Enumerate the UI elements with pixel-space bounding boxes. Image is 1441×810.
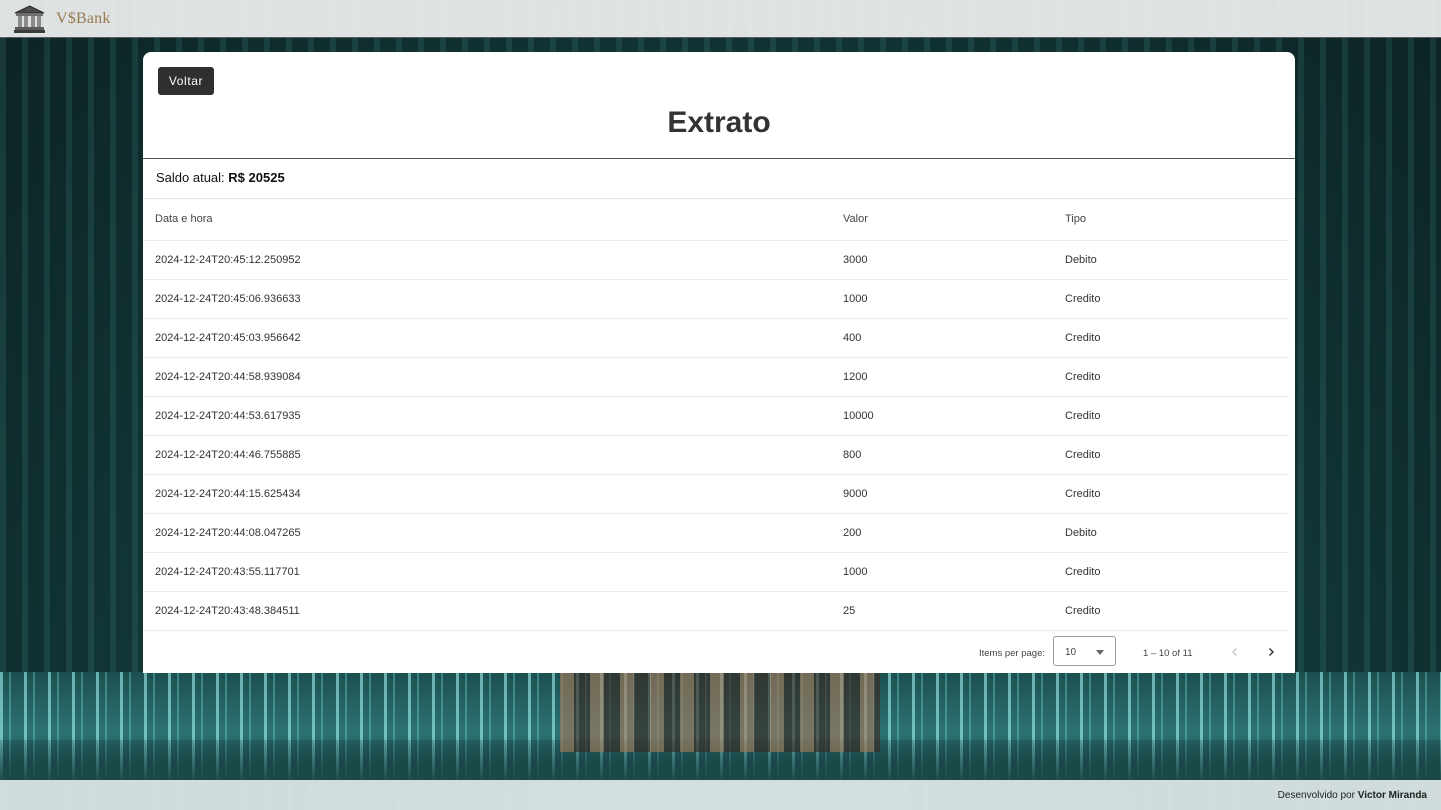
- statement-table: Data e hora Valor Tipo 2024-12-24T20:45:…: [143, 199, 1289, 631]
- cell-value: 1000: [831, 552, 1053, 592]
- paginator: Items per page: 10 1 – 10 of 11: [143, 633, 1295, 673]
- cell-value: 3000: [831, 240, 1053, 280]
- bank-logo-icon[interactable]: [14, 4, 45, 33]
- table-row: 2024-12-24T20:45:03.956642 400 Credito: [143, 318, 1289, 358]
- cell-date: 2024-12-24T20:45:06.936633: [143, 279, 831, 319]
- cell-type: Credito: [1053, 435, 1289, 475]
- items-per-page-label: Items per page:: [979, 648, 1046, 659]
- footer: Desenvolvido por Victor Miranda: [0, 780, 1441, 810]
- cell-date: 2024-12-24T20:44:15.625434: [143, 474, 831, 514]
- cell-value: 10000: [831, 396, 1053, 436]
- page-range: 1 – 10 of 11: [1143, 648, 1193, 659]
- footer-prefix: Desenvolvido por: [1277, 790, 1355, 801]
- cell-type: Credito: [1053, 474, 1289, 514]
- cell-type: Debito: [1053, 513, 1289, 553]
- caret-down-icon: [1096, 650, 1104, 655]
- cell-value: 200: [831, 513, 1053, 553]
- cell-date: 2024-12-24T20:44:58.939084: [143, 357, 831, 397]
- cell-date: 2024-12-24T20:44:46.755885: [143, 435, 831, 475]
- cell-value: 400: [831, 318, 1053, 358]
- chevron-right-icon: [1269, 648, 1274, 656]
- previous-page-button[interactable]: [1225, 642, 1245, 662]
- cell-date: 2024-12-24T20:43:48.384511: [143, 591, 831, 631]
- cell-value: 1200: [831, 357, 1053, 397]
- title-divider: [143, 158, 1295, 159]
- table-row: 2024-12-24T20:44:53.617935 10000 Credito: [143, 396, 1289, 436]
- chevron-left-icon: [1232, 648, 1237, 656]
- cell-value: 9000: [831, 474, 1053, 514]
- table-row: 2024-12-24T20:44:46.755885 800 Credito: [143, 435, 1289, 475]
- table-row: 2024-12-24T20:44:08.047265 200 Debito: [143, 513, 1289, 553]
- table-row: 2024-12-24T20:45:06.936633 1000 Credito: [143, 279, 1289, 319]
- cell-date: 2024-12-24T20:44:53.617935: [143, 396, 831, 436]
- cell-value: 25: [831, 591, 1053, 631]
- statement-card: Voltar Extrato Saldo atual: R$ 20525 Dat…: [143, 52, 1295, 673]
- table-row: 2024-12-24T20:44:58.939084 1200 Credito: [143, 357, 1289, 397]
- cell-date: 2024-12-24T20:43:55.117701: [143, 552, 831, 592]
- balance-line: Saldo atual: R$ 20525: [156, 170, 285, 185]
- cell-type: Credito: [1053, 591, 1289, 631]
- cell-date: 2024-12-24T20:45:12.250952: [143, 240, 831, 280]
- footer-author: Victor Miranda: [1357, 790, 1427, 801]
- cell-type: Credito: [1053, 279, 1289, 319]
- top-bar: V$Bank: [0, 0, 1441, 38]
- cell-date: 2024-12-24T20:44:08.047265: [143, 513, 831, 553]
- cell-value: 800: [831, 435, 1053, 475]
- cell-value: 1000: [831, 279, 1053, 319]
- brand-name[interactable]: V$Bank: [56, 10, 111, 28]
- table-header-row: Data e hora Valor Tipo: [143, 199, 1289, 241]
- table-row: 2024-12-24T20:43:55.117701 1000 Credito: [143, 552, 1289, 592]
- back-button[interactable]: Voltar: [158, 67, 214, 95]
- balance-label: Saldo atual:: [156, 170, 225, 185]
- page-title: Extrato: [667, 106, 771, 139]
- cell-type: Debito: [1053, 240, 1289, 280]
- cell-type: Credito: [1053, 318, 1289, 358]
- cell-type: Credito: [1053, 396, 1289, 436]
- table-row: 2024-12-24T20:45:12.250952 3000 Debito: [143, 240, 1289, 280]
- background-mihrab: [560, 672, 880, 752]
- header-date[interactable]: Data e hora: [143, 199, 831, 241]
- page-size-value: 10: [1065, 647, 1077, 658]
- table-row: 2024-12-24T20:43:48.384511 25 Credito: [143, 591, 1289, 631]
- next-page-button[interactable]: [1261, 642, 1281, 662]
- footer-credit: Desenvolvido por Victor Miranda: [1278, 790, 1427, 801]
- cell-type: Credito: [1053, 552, 1289, 592]
- header-type[interactable]: Tipo: [1053, 199, 1289, 241]
- table-row: 2024-12-24T20:44:15.625434 9000 Credito: [143, 474, 1289, 514]
- page-size-select[interactable]: 10: [1053, 636, 1116, 666]
- cell-date: 2024-12-24T20:45:03.956642: [143, 318, 831, 358]
- header-value[interactable]: Valor: [831, 199, 1053, 241]
- cell-type: Credito: [1053, 357, 1289, 397]
- balance-value: R$ 20525: [228, 170, 285, 185]
